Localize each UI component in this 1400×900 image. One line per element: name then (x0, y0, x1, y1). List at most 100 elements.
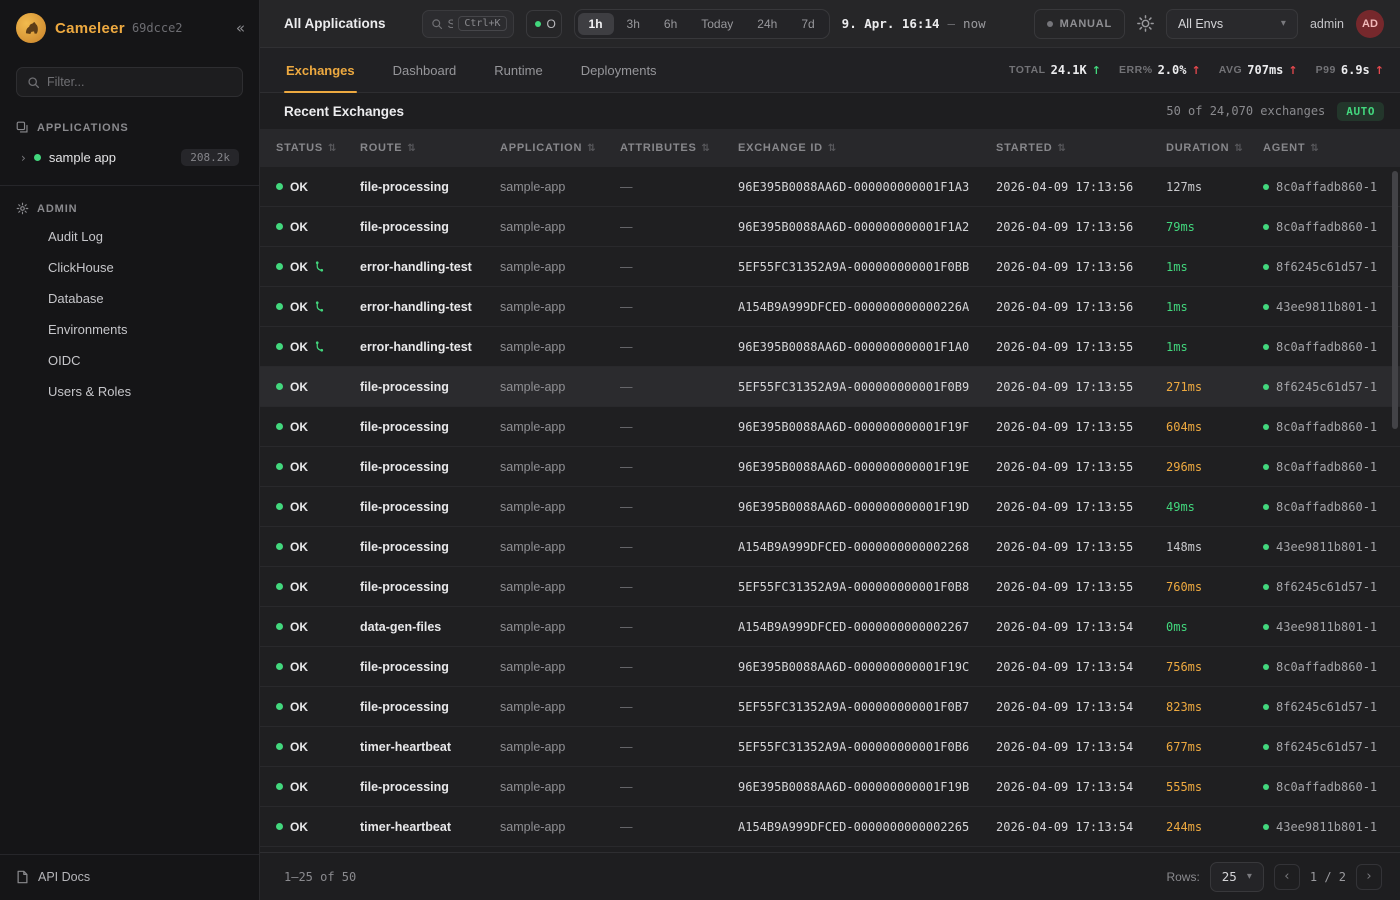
range-6h[interactable]: 6h (653, 13, 688, 35)
rows-per-page-select[interactable]: 25 ▾ (1210, 862, 1264, 892)
sidebar-item-api-docs[interactable]: API Docs (0, 854, 259, 900)
sidebar-header: Cameleer 69dcce2 « (0, 0, 259, 53)
pagination-bar: 1–25 of 50 Rows: 25 ▾ ‹ 1 / 2 › (260, 852, 1400, 900)
sidebar-item-clickhouse[interactable]: ClickHouse (0, 252, 259, 283)
route-cell: file-processing (360, 660, 500, 674)
tab-runtime[interactable]: Runtime (492, 48, 544, 92)
table-row[interactable]: OKerror-handling-testsample-app—A154B9A9… (260, 287, 1400, 327)
column-header-duration[interactable]: DURATION⇅ (1166, 142, 1263, 154)
status-ok-dot (276, 503, 283, 510)
agent-cell: 8f6245c61d57-1 (1263, 700, 1388, 714)
sidebar-item-audit-log[interactable]: Audit Log (0, 221, 259, 252)
table-row[interactable]: OKerror-handling-testsample-app—96E395B0… (260, 327, 1400, 367)
column-header-status[interactable]: STATUS⇅ (276, 142, 360, 154)
status-cell: OK (276, 820, 360, 834)
status-ok-dot (276, 743, 283, 750)
status-cell: OK (276, 300, 360, 314)
tab-deployments[interactable]: Deployments (579, 48, 659, 92)
fork-icon (315, 261, 324, 272)
column-header-exchange-id[interactable]: EXCHANGE ID⇅ (738, 142, 996, 154)
route-cell: error-handling-test (360, 300, 500, 314)
refresh-mode-button[interactable]: MANUAL (1034, 9, 1125, 39)
range-today[interactable]: Today (690, 13, 744, 35)
table-row[interactable]: OKtimer-heartbeatsample-app—A154B9A999DF… (260, 807, 1400, 847)
agent-cell: 8c0affadb860-1 (1263, 420, 1388, 434)
started-cell: 2026-04-09 17:13:56 (996, 260, 1166, 274)
errors-only-toggle[interactable]: O (526, 10, 562, 38)
expand-chevron-icon[interactable]: › (21, 151, 26, 165)
table-row[interactable]: OKfile-processingsample-app—96E395B0088A… (260, 447, 1400, 487)
column-header-started[interactable]: STARTED⇅ (996, 142, 1166, 154)
sort-icon: ⇅ (328, 143, 337, 154)
attributes-cell: — (620, 740, 738, 754)
route-cell: file-processing (360, 460, 500, 474)
sidebar-item-users-roles[interactable]: Users & Roles (0, 376, 259, 407)
tab-exchanges[interactable]: Exchanges (284, 48, 357, 92)
agent-cell: 8f6245c61d57-1 (1263, 580, 1388, 594)
table-row[interactable]: OKdata-gen-filessample-app—A154B9A999DFC… (260, 607, 1400, 647)
status-cell: OK (276, 180, 360, 194)
date-range-start: 9. Apr. 16:14 (842, 16, 940, 31)
exchange-id-cell: A154B9A999DFCED-000000000000226A (738, 300, 996, 314)
table-row[interactable]: OKfile-processingsample-app—5EF55FC31352… (260, 367, 1400, 407)
date-range[interactable]: 9. Apr. 16:14 — now (842, 16, 986, 31)
range-24h[interactable]: 24h (746, 13, 788, 35)
sidebar-filter[interactable] (16, 67, 243, 97)
sidebar-collapse-icon[interactable]: « (236, 19, 245, 37)
filter-input[interactable] (47, 75, 232, 89)
route-cell: file-processing (360, 700, 500, 714)
sidebar-item-database[interactable]: Database (0, 283, 259, 314)
column-header-application[interactable]: APPLICATION⇅ (500, 142, 620, 154)
started-cell: 2026-04-09 17:13:55 (996, 580, 1166, 594)
sort-icon: ⇅ (1310, 143, 1319, 154)
table-row[interactable]: OKfile-processingsample-app—96E395B0088A… (260, 207, 1400, 247)
agent-status-dot (1263, 264, 1269, 270)
column-header-route[interactable]: ROUTE⇅ (360, 142, 500, 154)
table-row[interactable]: OKfile-processingsample-app—96E395B0088A… (260, 767, 1400, 807)
theme-toggle[interactable] (1137, 15, 1154, 32)
stat-total: TOTAL24.1K↑ (1009, 63, 1101, 77)
table-row[interactable]: OKtimer-heartbeatsample-app—5EF55FC31352… (260, 727, 1400, 767)
duration-cell: 79ms (1166, 220, 1263, 234)
chevron-left-icon: ‹ (1284, 869, 1289, 884)
table-row[interactable]: OKfile-processingsample-app—96E395B0088A… (260, 167, 1400, 207)
prev-page-button[interactable]: ‹ (1274, 864, 1300, 890)
global-search[interactable]: S... Ctrl+K (422, 10, 514, 38)
route-cell: file-processing (360, 500, 500, 514)
sidebar-item-environments[interactable]: Environments (0, 314, 259, 345)
range-7d[interactable]: 7d (790, 13, 825, 35)
table-row[interactable]: OKfile-processingsample-app—96E395B0088A… (260, 647, 1400, 687)
avatar[interactable]: AD (1356, 10, 1384, 38)
table-row[interactable]: OKfile-processingsample-app—5EF55FC31352… (260, 687, 1400, 727)
applications-icon (16, 121, 29, 134)
range-1h[interactable]: 1h (578, 13, 614, 35)
table-row[interactable]: OKerror-handling-testsample-app—5EF55FC3… (260, 247, 1400, 287)
status-cell: OK (276, 700, 360, 714)
agent-status-dot (1263, 744, 1269, 750)
table-row[interactable]: OKfile-processingsample-app—5EF55FC31352… (260, 567, 1400, 607)
exchange-id-cell: 96E395B0088AA6D-000000000001F19F (738, 420, 996, 434)
sidebar-item-sample-app[interactable]: › sample app 208.2k (0, 140, 259, 175)
range-3h[interactable]: 3h (616, 13, 651, 35)
application-cell: sample-app (500, 540, 620, 554)
status-ok-dot (276, 303, 283, 310)
env-select[interactable]: All Envs ▾ (1166, 9, 1298, 39)
exchange-id-cell: A154B9A999DFCED-0000000000002268 (738, 540, 996, 554)
status-ok-dot (276, 703, 283, 710)
status-cell: OK (276, 460, 360, 474)
scrollbar-thumb[interactable] (1392, 171, 1398, 429)
stat-err: ERR%2.0%↑ (1119, 63, 1201, 77)
sidebar: Cameleer 69dcce2 « APPLICATIONS › sample… (0, 0, 260, 900)
next-page-button[interactable]: › (1356, 864, 1382, 890)
agent-cell: 8c0affadb860-1 (1263, 460, 1388, 474)
tab-dashboard[interactable]: Dashboard (391, 48, 459, 92)
table-row[interactable]: OKfile-processingsample-app—96E395B0088A… (260, 487, 1400, 527)
column-header-agent[interactable]: AGENT⇅ (1263, 142, 1388, 154)
auto-refresh-badge[interactable]: AUTO (1337, 102, 1384, 121)
table-row[interactable]: OKfile-processingsample-app—A154B9A999DF… (260, 527, 1400, 567)
sidebar-item-oidc[interactable]: OIDC (0, 345, 259, 376)
column-header-attributes[interactable]: ATTRIBUTES⇅ (620, 142, 738, 154)
search-placeholder: S... (448, 17, 454, 31)
duration-cell: 823ms (1166, 700, 1263, 714)
table-row[interactable]: OKfile-processingsample-app—96E395B0088A… (260, 407, 1400, 447)
